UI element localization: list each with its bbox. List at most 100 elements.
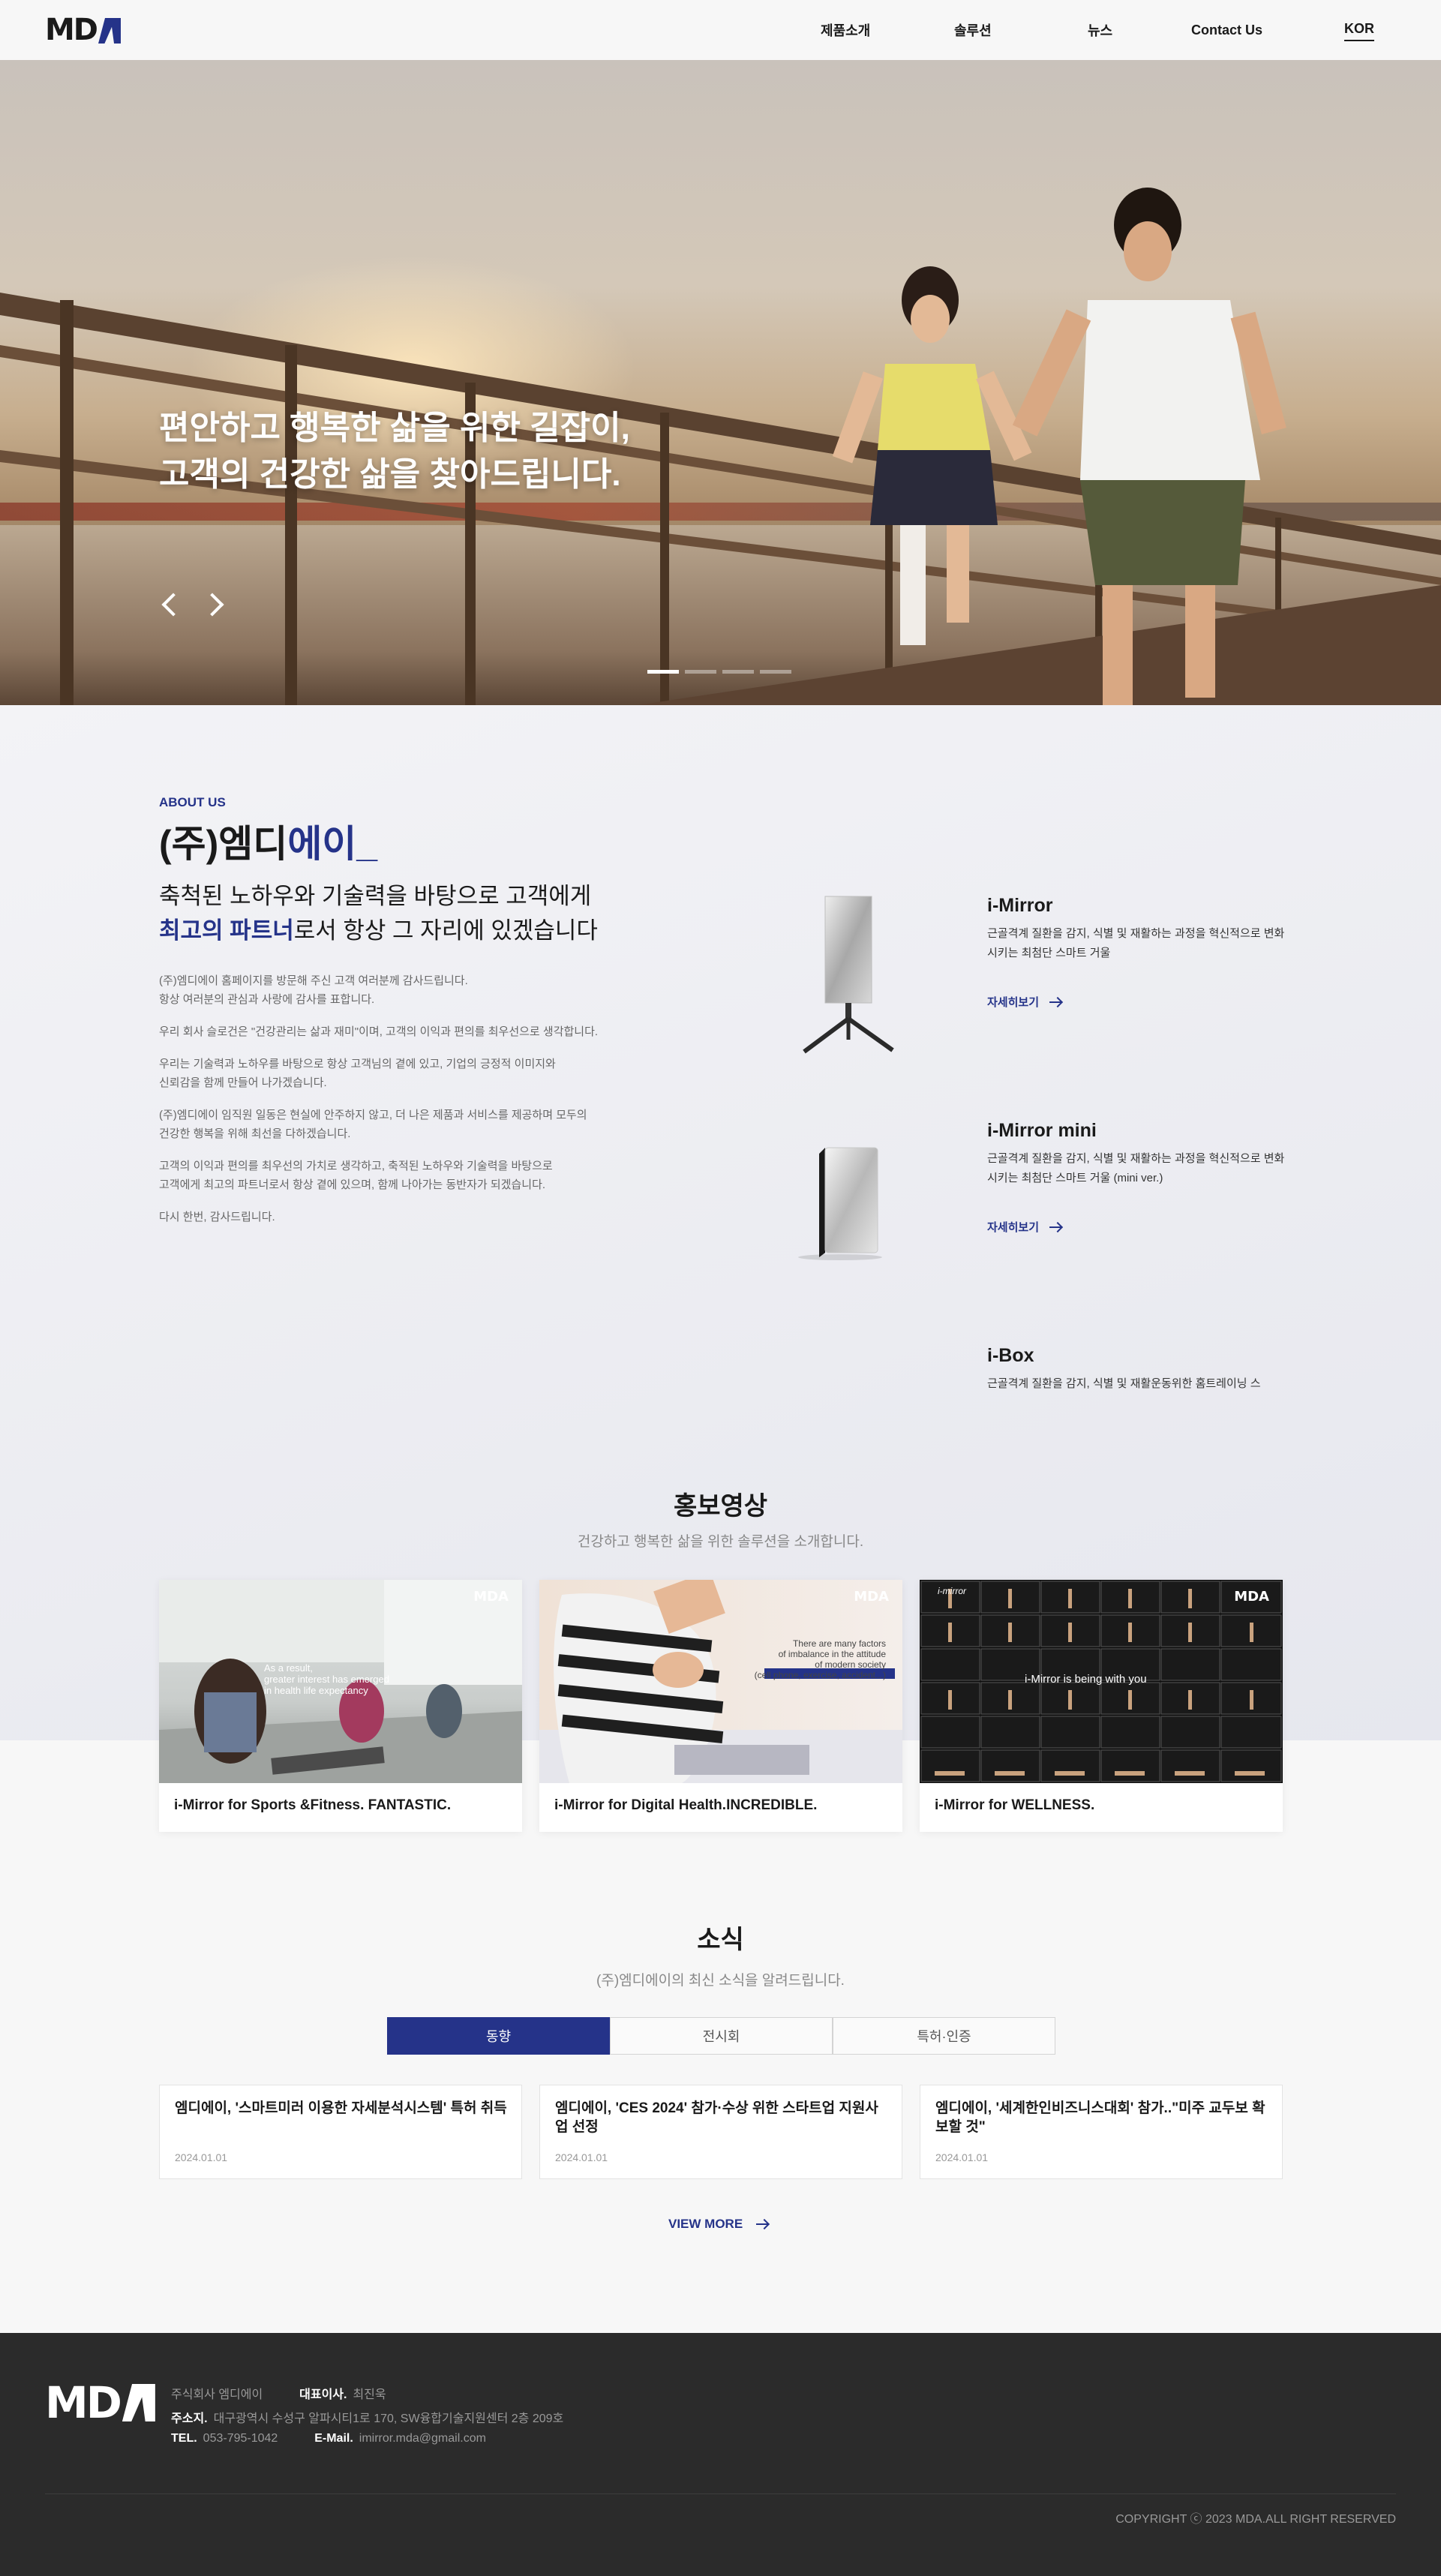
video-caption: i-Mirror for Sports &Fitness. FANTASTIC. (174, 1797, 452, 1813)
news-item-title: 엠디에이, 'CES 2024' 참가·수상 위한 스타트업 지원사업 선정 (555, 2100, 878, 2135)
company-name-heading: (주)엠디에이_ (159, 814, 377, 868)
about-paragraph: (주)엠디에이 홈페이지를 방문해 주신 고객 여러분께 감사드립니다. 항상 … (159, 974, 468, 1006)
slide-indicator-4[interactable] (760, 670, 791, 674)
i-mirror-image[interactable] (795, 893, 900, 1058)
footer-address-row: 주소지. 대구광역시 수성구 알파시티1로 170, SW융합기술지원센터 2층 … (171, 2408, 563, 2426)
video-card[interactable]: MDA i-mirror i-Mirror is being with you … (920, 1580, 1283, 1832)
video-thumbnail[interactable]: MDA There are many factors of imbalance … (539, 1580, 902, 1783)
hero-headline-line-2: 고객의 건강한 삶을 찾아드립니다. (159, 456, 621, 493)
news-item[interactable]: 엠디에이, '세계한인비즈니스대회' 참가.."미주 교두보 확보할 것" 20… (920, 2085, 1283, 2179)
footer-logo: MD (45, 2377, 155, 2428)
about-lead-line-2: 로서 항상 그 자리에 있겠습니다 (293, 917, 598, 944)
video-overlay-text: There are many factors of imbalance in t… (754, 1638, 886, 1680)
about-body: (주)엠디에이 홈페이지를 방문해 주신 고객 여러분께 감사드립니다. 항상 … (159, 971, 639, 1240)
video-overlay-text: i-Mirror is being with you (1025, 1673, 1147, 1686)
about-lead-line-1: 축척된 노하우와 기술력을 바탕으로 고객에게 (159, 883, 592, 909)
email-label: E-Mail. (314, 2432, 353, 2445)
video-watermark-logo: MDA (854, 1589, 889, 1605)
about-paragraph: 우리는 기술력과 노하우를 바탕으로 항상 고객님의 곁에 있고, 기업의 긍정… (159, 1058, 556, 1089)
news-section-title: 소식 (697, 1926, 744, 1954)
news-item-title: 엠디에이, '스마트미러 이용한 자세분석시스템' 특허 취득 (175, 2100, 507, 2116)
news-item-title: 엠디에이, '세계한인비즈니스대회' 참가.."미주 교두보 확보할 것" (935, 2100, 1265, 2135)
about-lead-text: 축척된 노하우와 기술력을 바탕으로 고객에게 최고의 파트너로서 항상 그 자… (159, 879, 598, 948)
video-card[interactable]: MDA As a result, greater interest has em… (159, 1580, 522, 1832)
about-paragraph: (주)엠디에이 임직원 일동은 현실에 안주하지 않고, 더 나은 제품과 서비… (159, 1109, 587, 1140)
i-mirror-mini-image[interactable] (780, 1140, 885, 1260)
video-thumbnail[interactable]: MDA As a result, greater interest has em… (159, 1580, 522, 1783)
news-item[interactable]: 엠디에이, '스마트미러 이용한 자세분석시스템' 특허 취득 2024.01.… (159, 2085, 522, 2179)
chevron-right-icon[interactable] (200, 593, 224, 617)
slide-indicator-2[interactable] (685, 670, 716, 674)
about-paragraph: 우리 회사 슬로건은 "건강관리는 삶과 재미"이며, 고객의 이익과 편의를 … (159, 1025, 599, 1038)
hero-headline-line-1: 편안하고 행복한 삶을 위한 길잡이, (159, 410, 630, 446)
video-card[interactable]: MDA There are many factors of imbalance … (539, 1580, 902, 1832)
company-name: 주식회사 엠디에이 (171, 2388, 263, 2401)
news-tabs: 동향 전시회 특허·인증 (387, 2017, 1055, 2055)
footer-divider (45, 2493, 1396, 2494)
more-link-label: 자세히보기 (987, 1221, 1040, 1234)
video-thumbnail[interactable]: MDA i-mirror i-Mirror is being with you (920, 1580, 1283, 1783)
tel-value: 053-795-1042 (203, 2432, 278, 2445)
tab-trends[interactable]: 동향 (387, 2017, 610, 2055)
product-name-i-mirror-mini: i-Mirror mini (987, 1120, 1097, 1141)
news-item[interactable]: 엠디에이, 'CES 2024' 참가·수상 위한 스타트업 지원사업 선정 2… (539, 2085, 902, 2179)
product-desc-i-box: 근골격계 질환을 감지, 식별 및 재활운동위한 홈트레이닝 스 (987, 1377, 1261, 1390)
arrow-right-icon (756, 2223, 769, 2225)
footer-company-row: 주식회사 엠디에이 대표이사. 최진욱 (171, 2384, 386, 2402)
site-footer: MD 주식회사 엠디에이 대표이사. 최진욱 주소지. 대구광역시 수성구 알파시티… (0, 2333, 1441, 2576)
promo-section-subtitle: 건강하고 행복한 삶을 위한 솔루션을 소개합니다. (577, 1534, 864, 1550)
video-watermark-logo: MDA (1234, 1589, 1269, 1605)
slide-indicator-3[interactable] (722, 670, 754, 674)
view-more-link[interactable]: VIEW MORE (668, 2217, 769, 2232)
video-watermark-logo: MDA (473, 1589, 509, 1605)
language-selector[interactable]: KOR (1344, 21, 1374, 41)
product-name-i-mirror: i-Mirror (987, 895, 1053, 916)
news-section-subtitle: (주)엠디에이의 최신 소식을 알려드립니다. (596, 1973, 845, 1989)
product-desc-i-mirror-mini: 근골격계 질환을 감지, 식별 및 재활하는 과정을 혁신적으로 변화시키는 최… (987, 1152, 1285, 1184)
about-label: ABOUT US (159, 795, 226, 809)
company-name-blue: 에이_ (287, 823, 378, 865)
news-item-date: 2024.01.01 (555, 2151, 608, 2163)
i-mirror-brand-mark: i-mirror (938, 1586, 966, 1596)
tab-exhibitions[interactable]: 전시회 (610, 2017, 833, 2055)
more-link-label: 자세히보기 (987, 996, 1040, 1009)
about-paragraph: 다시 한번, 감사드립니다. (159, 1211, 275, 1223)
hero-pagination (647, 670, 791, 674)
slide-indicator-1[interactable] (647, 670, 679, 674)
arrow-right-icon (1049, 1226, 1062, 1228)
footer-contact-row: TEL. 053-795-1042 E-Mail. imirror.mda@gmai… (171, 2432, 486, 2445)
ceo-name: 최진욱 (353, 2388, 386, 2401)
ceo-label: 대표이사. (299, 2388, 347, 2401)
hero-slider-controls (161, 593, 224, 617)
back-pain-illustration (539, 1580, 902, 1783)
news-item-date: 2024.01.01 (175, 2151, 228, 2163)
main-nav: 제품소개 솔루션 뉴스 Contact Us KOR (0, 0, 1441, 60)
nav-item-solutions[interactable]: 솔루션 (954, 20, 992, 40)
product-name-i-box: i-Box (987, 1345, 1034, 1366)
nav-item-news[interactable]: 뉴스 (1088, 20, 1112, 40)
tab-patents[interactable]: 특허·인증 (833, 2017, 1055, 2055)
company-name-black: (주)엠디 (159, 823, 288, 865)
hero-headline: 편안하고 행복한 삶을 위한 길잡이, 고객의 건강한 삶을 찾아드립니다. (159, 405, 630, 498)
about-lead-highlight: 최고의 파트너 (159, 917, 294, 944)
footer-logo-a-mark (122, 2384, 155, 2421)
video-overlay-text: As a result, greater interest has emerge… (264, 1662, 389, 1696)
nav-item-contact[interactable]: Contact Us (1191, 23, 1262, 38)
i-mirror-more-link[interactable]: 자세히보기 (987, 994, 1062, 1010)
news-item-date: 2024.01.01 (935, 2151, 989, 2163)
address-value: 대구광역시 수성구 알파시티1로 170, SW융합기술지원센터 2층 209호 (213, 2412, 564, 2425)
site-header: MD 제품소개 솔루션 뉴스 Contact Us KOR (0, 0, 1441, 60)
address-label: 주소지. (171, 2412, 208, 2425)
nav-item-products[interactable]: 제품소개 (821, 20, 870, 40)
view-more-label: VIEW MORE (668, 2217, 743, 2231)
chevron-left-icon[interactable] (161, 593, 185, 617)
product-desc-i-mirror: 근골격계 질환을 감지, 식별 및 재활하는 과정을 혁신적으로 변화시키는 최… (987, 927, 1285, 959)
arrow-right-icon (1049, 1001, 1062, 1003)
about-paragraph: 고객의 이익과 편의를 최우선의 가치로 생각하고, 축적된 노하우와 기술력을… (159, 1160, 553, 1191)
hero-banner: 편안하고 행복한 삶을 위한 길잡이, 고객의 건강한 삶을 찾아드립니다. (0, 60, 1441, 705)
i-mirror-mini-more-link[interactable]: 자세히보기 (987, 1219, 1062, 1235)
email-value[interactable]: imirror.mda@gmail.com (359, 2432, 486, 2445)
footer-logo-text: MD (45, 2377, 122, 2428)
promo-section-title: 홍보영상 (673, 1492, 768, 1521)
copyright: COPYRIGHT ⓒ 2023 MDA.ALL RIGHT RESERVED (1115, 2513, 1396, 2526)
